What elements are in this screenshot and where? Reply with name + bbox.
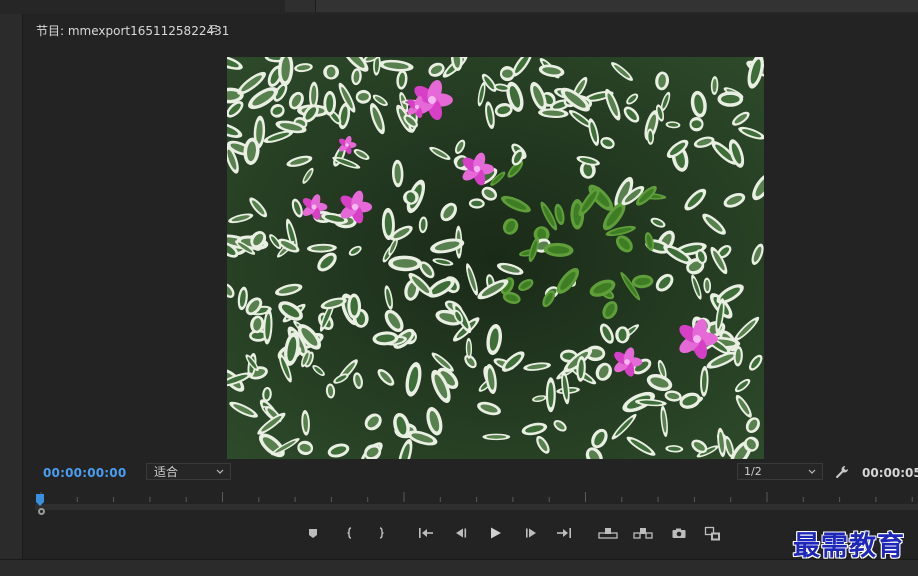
- playhead[interactable]: [36, 491, 44, 506]
- camera-icon: [672, 528, 686, 538]
- panel-title-prefix: 节目:: [36, 24, 68, 38]
- transport-controls: [23, 524, 918, 548]
- hamburger-icon[interactable]: [208, 21, 220, 35]
- extract-icon: [633, 528, 653, 539]
- bottom-strip: [0, 559, 918, 576]
- top-strip: [0, 0, 918, 14]
- marker-icon: [309, 529, 317, 538]
- zoom-fit-select[interactable]: 适合: [146, 463, 231, 480]
- program-viewer[interactable]: [23, 44, 918, 464]
- comparison-icon: [704, 526, 720, 541]
- chevron-down-icon: [215, 464, 225, 480]
- mark-in-icon: [347, 527, 352, 539]
- playback-resolution-select[interactable]: 1/2: [737, 463, 823, 480]
- lift-button[interactable]: [597, 526, 619, 546]
- sequence-name: mmexport1651125822431: [67, 24, 230, 38]
- lift-icon: [598, 528, 618, 539]
- panel-header: 节目: mmexport1651125822431: [23, 16, 918, 44]
- zoom-handle[interactable]: [38, 508, 45, 515]
- mark-out-icon: [379, 527, 384, 539]
- video-frame[interactable]: [227, 57, 764, 459]
- chevron-down-icon: [807, 464, 817, 480]
- mark-in-button[interactable]: [339, 526, 361, 546]
- current-timecode[interactable]: 00:00:00:00: [43, 466, 126, 480]
- program-monitor-panel: 节目: mmexport1651125822431 00:00:00:00 适合: [23, 16, 918, 557]
- go-to-in-icon: [419, 528, 433, 538]
- step-back-button[interactable]: [450, 526, 472, 546]
- timeline-ruler[interactable]: [35, 490, 918, 515]
- top-strip-segment: [285, 0, 316, 12]
- mark-out-button[interactable]: [370, 526, 392, 546]
- duration-timecode: 00:00:05: [862, 466, 918, 480]
- flowers-and-leaves-image: [227, 57, 764, 459]
- zoom-fit-value: 适合: [154, 465, 179, 479]
- step-forward-button[interactable]: [520, 526, 542, 546]
- go-to-out-icon: [557, 528, 571, 538]
- watermark-text: 最需教育: [793, 531, 905, 562]
- ruler-ticks: [40, 492, 913, 502]
- step-back-icon: [456, 528, 467, 538]
- panel-title[interactable]: 节目: mmexport1651125822431: [36, 22, 229, 39]
- export-frame-button[interactable]: [668, 526, 690, 546]
- play-icon: [491, 527, 501, 539]
- step-forward-icon: [526, 528, 536, 538]
- play-button[interactable]: [485, 526, 507, 546]
- go-to-out-button[interactable]: [553, 526, 575, 546]
- left-panel-edge: [0, 14, 23, 559]
- top-strip-panel: [316, 0, 918, 12]
- playback-resolution-value: 1/2: [744, 465, 762, 478]
- extract-button[interactable]: [632, 526, 654, 546]
- go-to-in-button[interactable]: [415, 526, 437, 546]
- comparison-view-button[interactable]: [702, 526, 724, 546]
- scrub-track[interactable]: [35, 504, 918, 510]
- wrench-icon[interactable]: [834, 464, 850, 480]
- add-marker-button[interactable]: [302, 526, 324, 546]
